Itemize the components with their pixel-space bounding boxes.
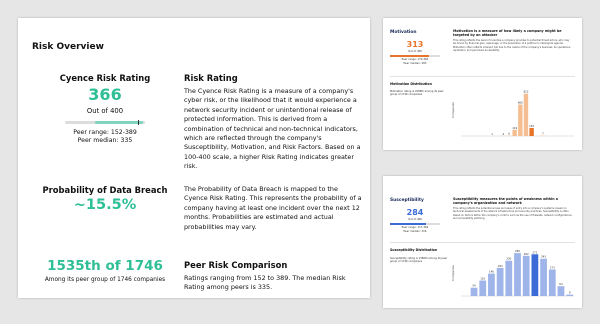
motivation-description: This rating reflects the level of incent… bbox=[453, 39, 571, 52]
motivation-page: Motivation 313 Out of 400 Peer range: 17… bbox=[383, 18, 582, 150]
peer-comparison-section: Peer Risk Comparison Ratings ranging fro… bbox=[184, 260, 362, 293]
risk-rating-bar-fill bbox=[95, 121, 143, 124]
breach-probability-section: The Probability of Data Breach is mapped… bbox=[184, 185, 362, 232]
peer-comparison-description: Ratings ranging from 152 to 389. The med… bbox=[184, 274, 346, 292]
susceptibility-peer-median: Peer median: 316 bbox=[403, 230, 427, 233]
motivation-bar-fill bbox=[390, 55, 429, 57]
motivation-peer-median: Peer median: 283 bbox=[403, 62, 427, 65]
bar-data-label: 155 bbox=[529, 124, 534, 128]
peer-rank-caption: Among its peer group of 1746 companies bbox=[44, 277, 166, 283]
peer-range: Peer range: 152-389 bbox=[73, 129, 137, 136]
bar-data-label: 101 bbox=[480, 277, 485, 281]
motivation-distribution-chart: Companies 1 4 6119 606 813 155 7 bbox=[451, 90, 574, 137]
bar-data-label: 54 bbox=[472, 284, 476, 288]
distribution-bar bbox=[470, 287, 478, 296]
section-divider bbox=[390, 242, 575, 243]
motivation-out-of: Out of 400 bbox=[408, 50, 422, 53]
peer-median: Peer median: 335 bbox=[77, 137, 133, 145]
susceptibility-description: This rating reflects the potential acces… bbox=[453, 207, 573, 220]
risk-rating-title: Cyence Risk Rating bbox=[59, 73, 151, 83]
peer-rank-summary: 1535th of 1746 Among its peer group of 1… bbox=[30, 258, 180, 283]
susceptibility-page: Susceptibility 284 Out of 400 Peer range… bbox=[383, 176, 582, 308]
motivation-bar bbox=[390, 55, 440, 57]
susceptibility-out-of: Out of 400 bbox=[408, 218, 422, 221]
page-title: Risk Overview bbox=[32, 42, 104, 52]
distribution-bar bbox=[518, 104, 523, 136]
distribution-bar bbox=[523, 93, 529, 136]
risk-rating-value: 366 bbox=[88, 85, 122, 104]
motivation-headline: Motivation is a measure of how likely a … bbox=[453, 29, 562, 38]
distribution-bar bbox=[514, 253, 521, 296]
susceptibility-distribution-title: Susceptibility Distribution bbox=[390, 248, 438, 252]
distribution-bar bbox=[479, 280, 487, 296]
bar-data-label: 146 bbox=[489, 270, 494, 274]
susceptibility-headline: Susceptibility measures the points of we… bbox=[453, 197, 558, 206]
distribution-bar bbox=[566, 294, 574, 296]
bar-data-label: 9 bbox=[569, 291, 571, 295]
bar-data-label: 280 bbox=[515, 249, 520, 253]
bar-data-label: 6 bbox=[508, 132, 510, 136]
bar-data-label: 606 bbox=[518, 100, 523, 104]
bar-data-label: 813 bbox=[524, 90, 529, 94]
bar-data-label: 4 bbox=[503, 132, 505, 136]
bar-data-label: 173 bbox=[550, 265, 555, 269]
bar-data-label: 119 bbox=[512, 126, 517, 130]
risk-rating-section: Risk Rating The Cyence Risk Rating is a … bbox=[184, 73, 362, 172]
bar-data-label: 262 bbox=[524, 252, 529, 256]
distribution-bar bbox=[548, 269, 556, 296]
risk-rating-bar bbox=[65, 120, 145, 125]
susceptibility-distribution-text: Susceptibility rating is 1386th among it… bbox=[390, 257, 448, 264]
distribution-bar bbox=[531, 254, 539, 296]
bar-data-label: 183 bbox=[498, 264, 503, 268]
distribution-bar bbox=[488, 273, 495, 296]
bar-data-label: 230 bbox=[506, 257, 511, 261]
susceptibility-label: Susceptibility bbox=[390, 198, 424, 203]
susceptibility-value: 284 bbox=[406, 208, 424, 217]
risk-rating-marker bbox=[138, 120, 140, 125]
motivation-distribution-title: Motivation Distribution bbox=[390, 82, 432, 86]
susceptibility-bar-fill bbox=[390, 223, 426, 225]
risk-rating-description: The Cyence Risk Rating is a measure of a… bbox=[184, 87, 361, 171]
risk-rating-heading: Risk Rating bbox=[184, 73, 238, 83]
y-axis-label: Companies bbox=[451, 265, 455, 281]
distribution-bar bbox=[512, 129, 517, 136]
distribution-bar bbox=[522, 255, 530, 296]
motivation-value: 313 bbox=[406, 40, 424, 49]
risk-overview-page: Risk Overview Cyence Risk Rating 366 Out… bbox=[18, 18, 370, 298]
distribution-bar bbox=[540, 258, 547, 296]
risk-rating-out-of: Out of 400 bbox=[86, 107, 124, 115]
breach-probability-summary: Probability of Data Breach ~15.5% bbox=[30, 185, 180, 213]
distribution-bar bbox=[505, 260, 513, 296]
breach-probability-value: ~15.5% bbox=[73, 197, 137, 213]
motivation-label: Motivation bbox=[390, 30, 417, 35]
risk-rating-summary: Cyence Risk Rating 366 Out of 400 Peer r… bbox=[30, 73, 180, 145]
distribution-bar bbox=[529, 127, 534, 136]
bar-data-label: 7 bbox=[542, 132, 544, 136]
bar-data-label: 243 bbox=[541, 255, 546, 259]
bar-data-label: 64 bbox=[559, 282, 563, 286]
susceptibility-bar bbox=[390, 223, 440, 225]
peer-rank-value: 1535th of 1746 bbox=[47, 258, 163, 274]
bar-data-label: 272 bbox=[532, 250, 537, 254]
peer-comparison-heading: Peer Risk Comparison bbox=[184, 260, 288, 270]
susceptibility-distribution-chart: Companies 54 101 146 183230 280 262272 243 173 64… bbox=[451, 249, 574, 297]
distribution-bar bbox=[557, 286, 565, 296]
section-divider bbox=[390, 76, 575, 77]
breach-probability-description: The Probability of Data Breach is mapped… bbox=[184, 185, 362, 231]
bar-data-label: 1 bbox=[491, 132, 493, 136]
breach-probability-title: Probability of Data Breach bbox=[42, 185, 168, 195]
distribution-bar bbox=[496, 267, 504, 296]
motivation-distribution-text: Motivation rating is 2286th among its pe… bbox=[390, 90, 444, 97]
y-axis-label: Companies bbox=[451, 102, 455, 118]
